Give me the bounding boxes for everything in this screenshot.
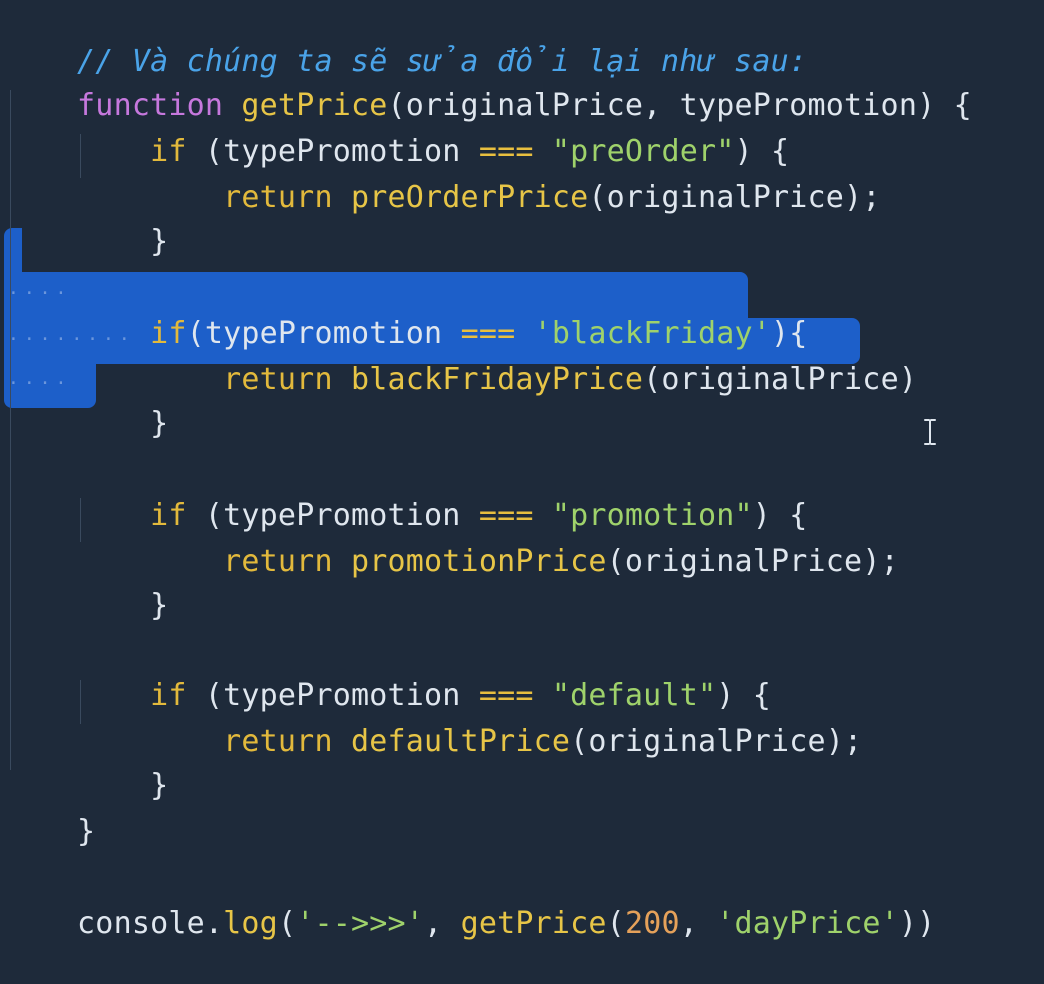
- whitespace-dots-line2: ········: [8, 329, 135, 350]
- call-args: (originalPrice);: [606, 544, 899, 579]
- function-close-brace: }: [77, 814, 96, 849]
- return-keyword: return: [223, 724, 333, 759]
- return-keyword: return: [223, 544, 333, 579]
- code-line-if-promotion: if (typePromotion === "promotion") {: [4, 456, 808, 533]
- code-line-close-function: }: [4, 772, 95, 849]
- call-args: (originalPrice);: [588, 180, 881, 215]
- return-keyword: return: [223, 180, 333, 215]
- whitespace-dots-line1: ····: [8, 283, 72, 304]
- return-keyword: return: [223, 362, 333, 397]
- code-line-return-preorder: return preOrderPrice(originalPrice);: [4, 138, 881, 215]
- code-line-close-default: }: [4, 726, 168, 803]
- function-open-brace: {: [935, 88, 972, 123]
- code-line-comment: // Và chúng ta sẽ sửa đổi lại như sau:: [4, 2, 807, 79]
- text-cursor-icon: [924, 419, 936, 445]
- code-line-if-preorder: if (typePromotion === "preOrder") {: [4, 92, 789, 169]
- code-line-if-blackfriday: if(typePromotion === 'blackFriday'){: [4, 274, 808, 351]
- code-editor[interactable]: ···· ········ ···· // Và chúng ta sẽ sửa…: [0, 0, 1044, 941]
- call-promotionprice: promotionPrice: [350, 544, 607, 579]
- call-defaultprice: defaultPrice: [350, 724, 571, 759]
- close-brace: }: [150, 588, 169, 623]
- call-blackfridayprice: blackFridayPrice: [350, 362, 644, 397]
- call-args: (originalPrice): [643, 362, 918, 397]
- call-preorderprice: preOrderPrice: [350, 180, 589, 215]
- code-line-close-promotion: }: [4, 546, 168, 623]
- code-line-function: function getPrice(originalPrice, typePro…: [4, 46, 972, 123]
- code-line-return-promotion: return promotionPrice(originalPrice);: [4, 502, 899, 579]
- code-line-console-log: console.log('-->>>', getPrice(200, 'dayP…: [4, 864, 935, 941]
- code-line-if-default: if (typePromotion === "default") {: [4, 636, 771, 713]
- code-line-close-preorder: }: [4, 182, 168, 259]
- close-brace: }: [150, 224, 169, 259]
- close-brace: }: [150, 406, 169, 441]
- code-line-return-blackfriday: return blackFridayPrice(originalPrice): [4, 320, 917, 397]
- code-line-return-default: return defaultPrice(originalPrice);: [4, 682, 862, 759]
- close-brace: }: [150, 768, 169, 803]
- whitespace-dots-line3: ····: [8, 373, 72, 394]
- call-args: (originalPrice);: [570, 724, 863, 759]
